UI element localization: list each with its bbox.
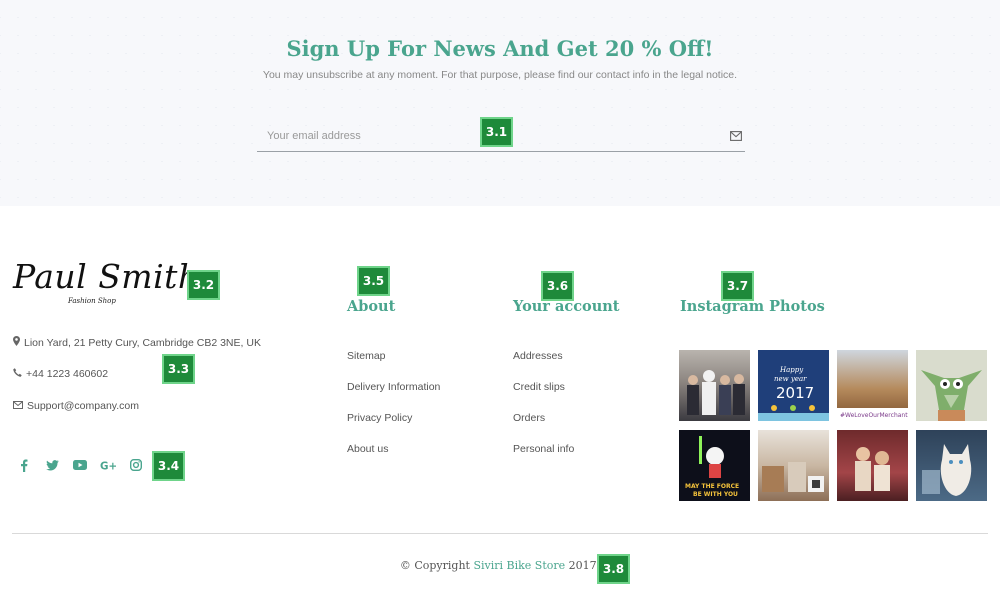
about-links: Sitemap Delivery Information Privacy Pol… <box>347 350 440 474</box>
instagram-photo-team[interactable] <box>679 350 750 421</box>
twitter-icon[interactable] <box>44 457 60 473</box>
contact-email: Support@company.com <box>13 400 139 412</box>
svg-text:G+: G+ <box>100 460 116 470</box>
instagram-photo-yoda[interactable] <box>916 350 987 421</box>
svg-text:new year: new year <box>774 375 807 383</box>
annotation-badge: 3.4 <box>152 451 185 481</box>
annotation-badge: 3.6 <box>541 271 574 301</box>
instagram-photo-office[interactable] <box>758 430 829 501</box>
instagram-grid: Happy new year 2017 #WeLoveOurMerchants MA… <box>679 350 989 501</box>
copyright-prefix: © Copyright <box>399 559 470 572</box>
about-title: About <box>347 298 396 315</box>
map-marker-icon <box>13 336 20 349</box>
link-credit-slips[interactable]: Credit slips <box>513 381 574 412</box>
instagram-photo-new-year[interactable]: Happy new year 2017 <box>758 350 829 421</box>
phone-icon <box>13 368 22 380</box>
link-personal-info[interactable]: Personal info <box>513 443 574 474</box>
address-text: Lion Yard, 21 Petty Cury, Cambridge CB2 … <box>24 336 261 349</box>
social-links: G+ <box>16 457 144 473</box>
instagram-photo-cat[interactable] <box>916 430 987 501</box>
newsletter-subtitle: You may unsubscribe at any moment. For t… <box>262 69 738 81</box>
store-link[interactable]: Siviri Bike Store <box>473 559 565 572</box>
annotation-badge: 3.2 <box>187 270 220 300</box>
svg-text:Happy: Happy <box>779 366 804 374</box>
email-text[interactable]: Support@company.com <box>27 400 139 412</box>
phone-text: +44 1223 460602 <box>26 368 109 380</box>
link-privacy-policy[interactable]: Privacy Policy <box>347 412 440 443</box>
google-plus-icon[interactable]: G+ <box>100 457 116 473</box>
copyright-line: © Copyright Siviri Bike Store 2017. <box>0 559 1000 572</box>
newsletter-section: Sign Up For News And Get 20 % Off! You m… <box>0 0 1000 206</box>
envelope-icon[interactable] <box>727 127 745 145</box>
instagram-icon[interactable] <box>128 457 144 473</box>
instagram-photo-merchants[interactable]: #WeLoveOurMerchants <box>837 350 908 421</box>
link-sitemap[interactable]: Sitemap <box>347 350 440 381</box>
link-orders[interactable]: Orders <box>513 412 574 443</box>
annotation-badge: 3.5 <box>357 266 390 296</box>
contact-address: Lion Yard, 21 Petty Cury, Cambridge CB2 … <box>13 336 261 349</box>
annotation-badge: 3.1 <box>480 117 513 147</box>
annotation-badge: 3.8 <box>597 554 630 584</box>
brand-logo: Paul Smith <box>13 257 200 296</box>
instagram-photo-friends[interactable] <box>837 430 908 501</box>
instagram-photo-force[interactable]: MAY THE FORCE BE WITH YOU <box>679 430 750 501</box>
brand-tagline: Fashion Shop <box>68 297 116 305</box>
footer-divider <box>12 533 988 534</box>
contact-phone: +44 1223 460602 <box>13 368 108 380</box>
link-addresses[interactable]: Addresses <box>513 350 574 381</box>
facebook-icon[interactable] <box>16 457 32 473</box>
copyright-year: 2017. <box>568 559 601 572</box>
email-input[interactable] <box>257 126 697 146</box>
account-title: Your account <box>513 298 620 315</box>
svg-text:BE WITH YOU: BE WITH YOU <box>693 491 738 498</box>
svg-text:#WeLoveOurMerchants: #WeLoveOurMerchants <box>840 412 908 419</box>
svg-text:2017: 2017 <box>776 384 814 402</box>
envelope-icon <box>13 400 23 412</box>
instagram-title: Instagram Photos <box>680 298 825 315</box>
newsletter-title: Sign Up For News And Get 20 % Off! <box>286 36 714 61</box>
annotation-badge: 3.7 <box>721 271 754 301</box>
youtube-icon[interactable] <box>72 457 88 473</box>
annotation-badge: 3.3 <box>162 354 195 384</box>
link-about-us[interactable]: About us <box>347 443 440 474</box>
link-delivery-information[interactable]: Delivery Information <box>347 381 440 412</box>
svg-text:MAY THE FORCE: MAY THE FORCE <box>685 483 739 490</box>
account-links: Addresses Credit slips Orders Personal i… <box>513 350 574 474</box>
